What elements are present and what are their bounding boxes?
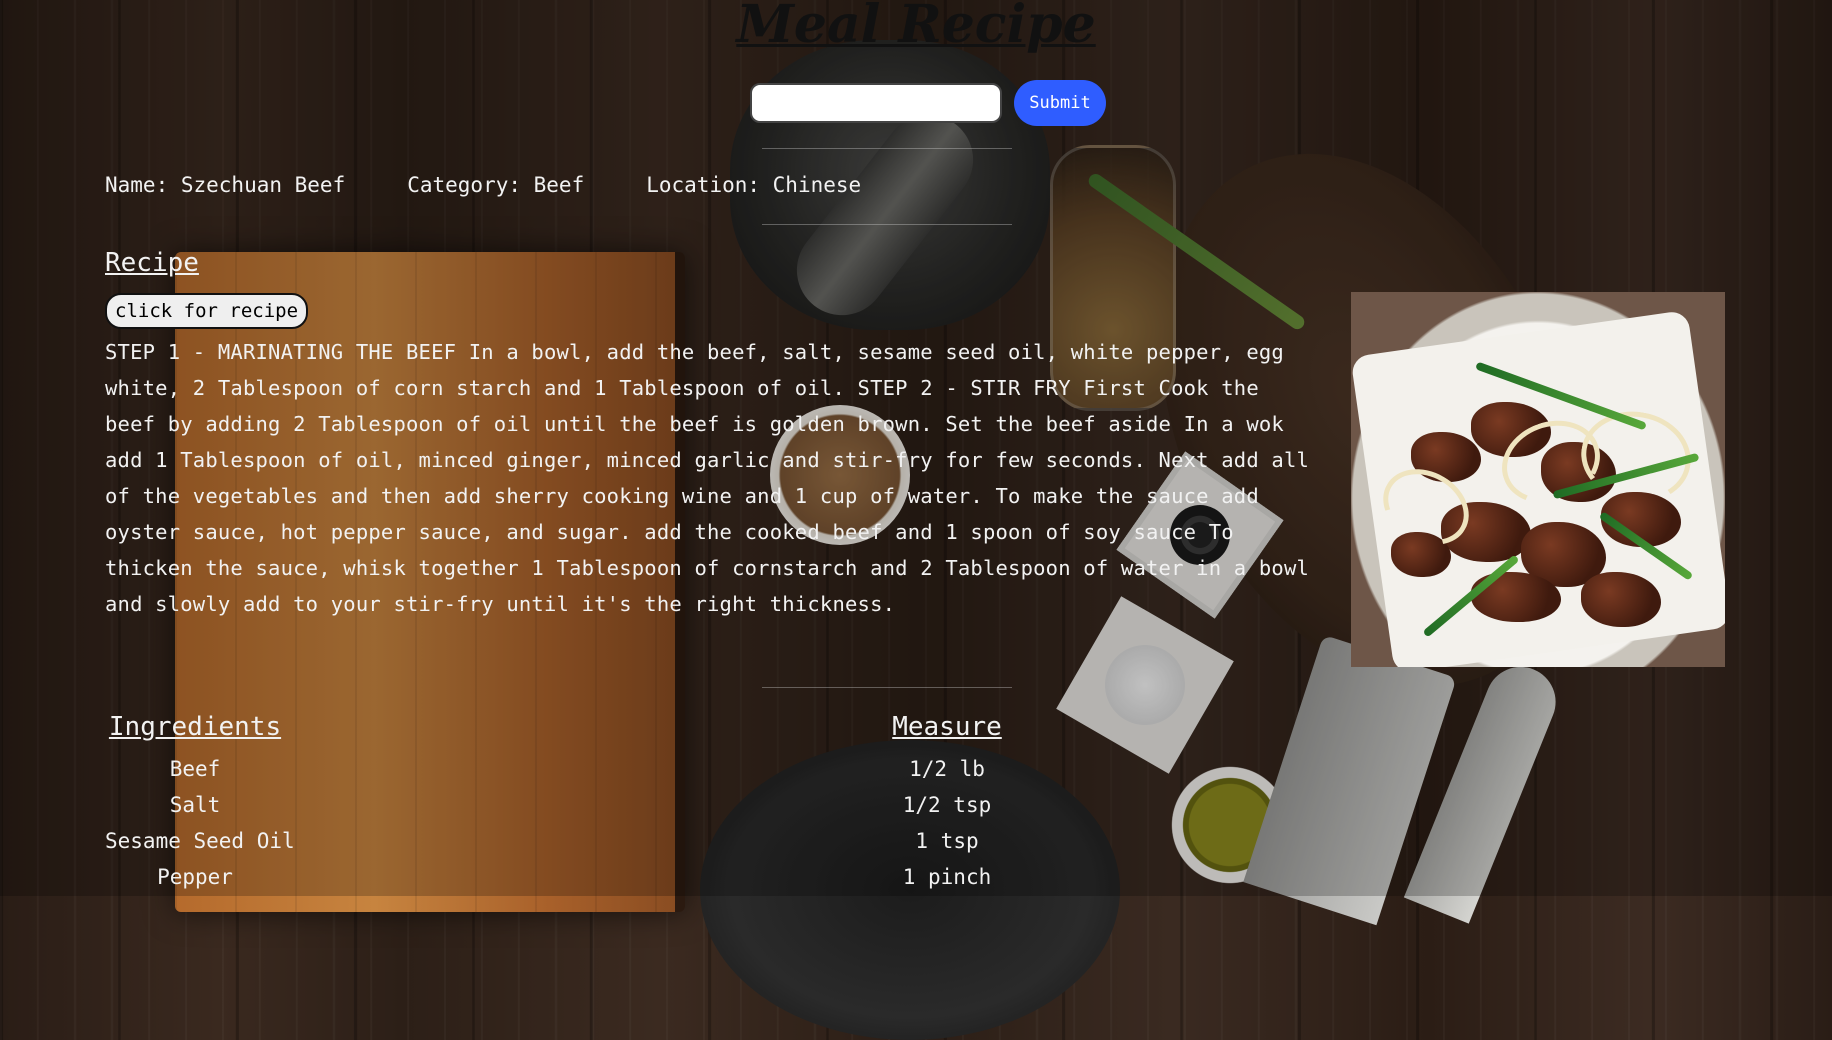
meal-category: Category: Beef xyxy=(407,173,585,197)
divider xyxy=(762,148,1012,149)
submit-button[interactable]: Submit xyxy=(1014,80,1106,126)
ingredient-cell: Sesame Seed Oil xyxy=(105,829,295,853)
measure-cell: 1/2 tsp xyxy=(902,793,992,817)
ingredient-column: Ingredients Beef Salt Sesame Seed Oil Pe… xyxy=(105,705,295,895)
page-title: Meal Recipe xyxy=(736,0,1096,55)
meal-name: Name: Szechuan Beef xyxy=(105,173,346,197)
ingredients-heading: Ingredients xyxy=(108,712,282,742)
recipe-heading: Recipe xyxy=(105,248,199,278)
measure-cell: 1/2 lb xyxy=(909,757,985,781)
ingredient-cell: Pepper xyxy=(157,865,233,889)
divider xyxy=(762,687,1012,688)
measure-cell: 1 tsp xyxy=(915,829,979,853)
ingredient-cell: Salt xyxy=(169,793,221,817)
recipe-toggle-button[interactable]: click for recipe xyxy=(105,293,309,329)
search-form: Submit xyxy=(750,80,1106,126)
page-content: Meal Recipe Submit Name: Szechuan Beef C… xyxy=(0,0,1832,896)
meal-location: Location: Chinese xyxy=(646,173,862,197)
search-input[interactable] xyxy=(750,83,1002,123)
measure-cell: 1 pinch xyxy=(902,865,992,889)
ingredient-cell: Beef xyxy=(169,757,221,781)
meal-photo xyxy=(1351,292,1725,667)
measure-column: Measure 1/2 lb 1/2 tsp 1 tsp 1 pinch xyxy=(857,705,1037,895)
recipe-instructions: STEP 1 - MARINATING THE BEEF In a bowl, … xyxy=(105,340,1310,616)
meal-meta: Name: Szechuan Beef Category: Beef Locat… xyxy=(105,173,861,197)
measure-heading: Measure xyxy=(892,712,1002,742)
divider xyxy=(762,224,1012,225)
